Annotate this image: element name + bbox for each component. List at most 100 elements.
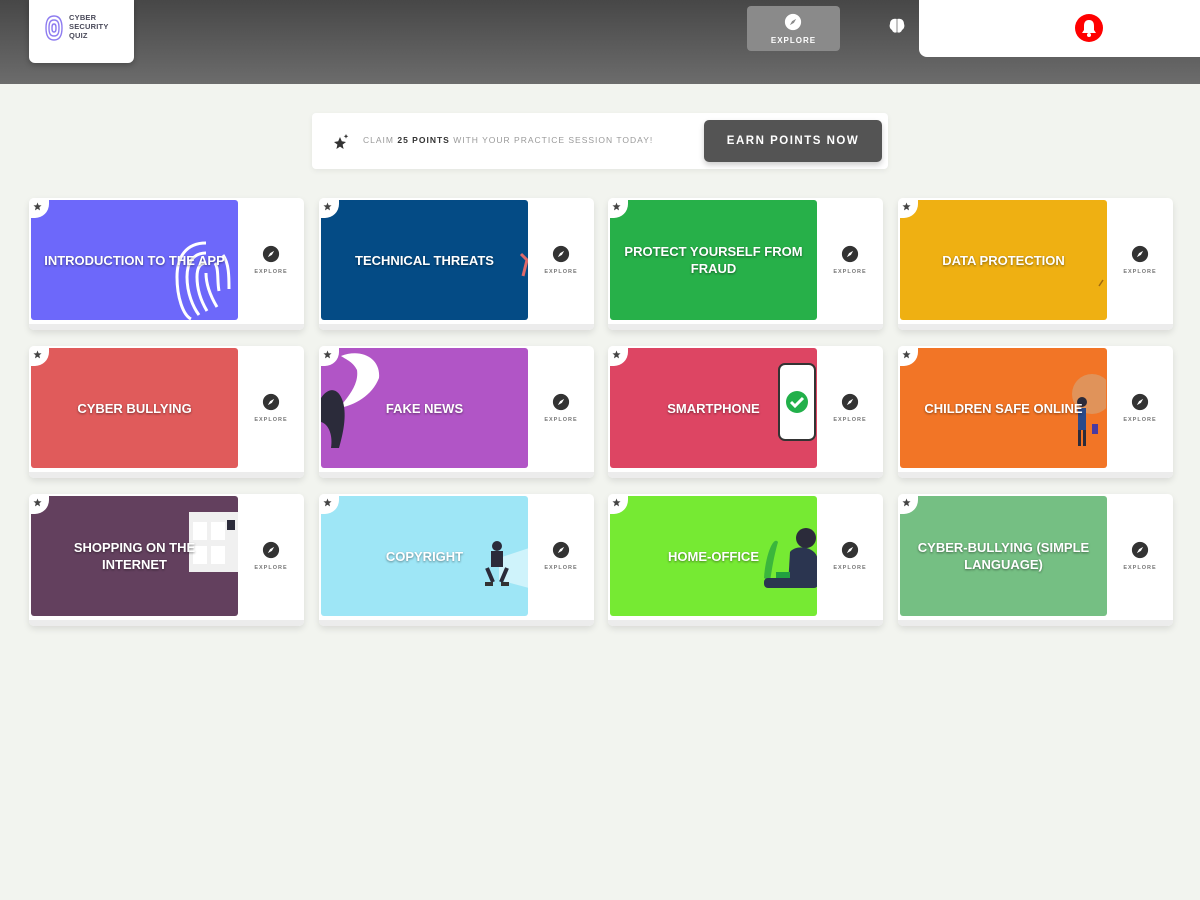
topic-card-explore-label: EXPLORE — [1123, 269, 1157, 275]
card-footer-strip — [608, 324, 883, 330]
topic-card-image[interactable]: SHOPPING ON THE INTERNET — [31, 496, 238, 616]
topic-card-image[interactable]: DATA PROTECTION — [900, 200, 1107, 320]
fingerprint-logo-icon — [45, 15, 63, 41]
card-footer-strip — [898, 324, 1173, 330]
bell-icon — [1075, 14, 1103, 42]
topic-card-explore-label: EXPLORE — [833, 417, 867, 423]
topic-card[interactable]: INTRODUCTION TO THE APP EXPLORE — [29, 198, 304, 330]
topic-card[interactable]: CYBER-BULLYING (SIMPLE LANGUAGE) EXPLORE — [898, 494, 1173, 626]
topic-card-explore-button[interactable]: EXPLORE — [240, 496, 302, 616]
topic-card[interactable]: HOME-OFFICE EXPLORE — [608, 494, 883, 626]
star-icon — [902, 202, 911, 211]
card-footer-strip — [608, 472, 883, 478]
nav-explore-label: EXPLORE — [770, 36, 817, 45]
topic-card-image[interactable]: CYBER BULLYING — [31, 348, 238, 468]
star-icon — [902, 498, 911, 507]
promo-points: 25 POINTS — [397, 135, 450, 145]
topic-card[interactable]: CYBER BULLYING EXPLORE — [29, 346, 304, 478]
compass-icon — [1131, 393, 1149, 411]
threat-illustration — [519, 252, 528, 277]
topic-card-image[interactable]: COPYRIGHT — [321, 496, 528, 616]
nav-explore-button[interactable]: EXPLORE — [747, 6, 840, 51]
topic-card-explore-button[interactable]: EXPLORE — [530, 348, 592, 468]
topic-card-explore-button[interactable]: EXPLORE — [1109, 200, 1171, 320]
compass-icon — [262, 245, 280, 263]
compass-icon — [552, 245, 570, 263]
logo-text: CYBER SECURITY QUIZ — [69, 13, 109, 40]
topic-card-title: CYBER-BULLYING (SIMPLE LANGUAGE) — [917, 540, 1090, 572]
topic-card-title: COPYRIGHT — [385, 548, 464, 564]
topic-card[interactable]: PROTECT YOURSELF FROM FRAUD EXPLORE — [608, 198, 883, 330]
compass-icon — [1131, 541, 1149, 559]
compass-icon — [841, 541, 859, 559]
star-icon — [612, 498, 621, 507]
card-footer-strip — [898, 620, 1173, 626]
topic-card-title: PROTECT YOURSELF FROM FRAUD — [624, 244, 803, 276]
star-icon — [33, 350, 42, 359]
topic-card[interactable]: SHOPPING ON THE INTERNET EXPLORE — [29, 494, 304, 626]
points-promo-banner: CLAIM 25 POINTS WITH YOUR PRACTICE SESSI… — [312, 113, 888, 169]
topic-card[interactable]: CHILDREN SAFE ONLINE EXPLORE — [898, 346, 1173, 478]
topic-card-explore-button[interactable]: EXPLORE — [819, 348, 881, 468]
topic-card-image[interactable]: SMARTPHONE — [610, 348, 817, 468]
topic-card[interactable]: TECHNICAL THREATS EXPLORE — [319, 198, 594, 330]
topic-card[interactable]: FAKE NEWS EXPLORE — [319, 346, 594, 478]
topic-card-explore-button[interactable]: EXPLORE — [819, 200, 881, 320]
topic-card-explore-label: EXPLORE — [1123, 565, 1157, 571]
topic-card-explore-label: EXPLORE — [833, 565, 867, 571]
topic-card-image[interactable]: TECHNICAL THREATS — [321, 200, 528, 320]
topic-card-explore-button[interactable]: EXPLORE — [240, 200, 302, 320]
topic-card-title: FAKE NEWS — [385, 400, 464, 416]
topic-card-image[interactable]: HOME-OFFICE — [610, 496, 817, 616]
topic-card-title: TECHNICAL THREATS — [355, 252, 494, 268]
compass-icon — [1131, 245, 1149, 263]
card-footer-strip — [29, 324, 304, 330]
star-icon — [902, 350, 911, 359]
topic-card-image[interactable]: INTRODUCTION TO THE APP — [31, 200, 238, 320]
topic-card-explore-button[interactable]: EXPLORE — [1109, 496, 1171, 616]
brain-icon[interactable] — [887, 16, 907, 36]
topic-card-image[interactable]: FAKE NEWS — [321, 348, 528, 468]
topic-card-image[interactable]: CHILDREN SAFE ONLINE — [900, 348, 1107, 468]
topic-card-explore-button[interactable]: EXPLORE — [1109, 348, 1171, 468]
promo-text-before: CLAIM — [363, 135, 394, 145]
compass-icon — [552, 393, 570, 411]
topic-card-explore-button[interactable]: EXPLORE — [819, 496, 881, 616]
topic-card-explore-label: EXPLORE — [544, 269, 578, 275]
topic-card-explore-label: EXPLORE — [254, 565, 288, 571]
notification-panel — [919, 0, 1200, 57]
promo-text-after: WITH YOUR PRACTICE SESSION TODAY! — [453, 135, 654, 145]
card-footer-strip — [608, 620, 883, 626]
card-footer-strip — [898, 472, 1173, 478]
topic-card-explore-button[interactable]: EXPLORE — [530, 496, 592, 616]
star-sparkle-icon — [334, 134, 349, 149]
earn-points-button[interactable]: EARN POINTS NOW — [704, 120, 882, 162]
card-footer-strip — [319, 324, 594, 330]
topic-card-title: INTRODUCTION TO THE APP — [44, 252, 225, 268]
star-icon — [612, 350, 621, 359]
compass-icon — [552, 541, 570, 559]
topic-card-image[interactable]: PROTECT YOURSELF FROM FRAUD — [610, 200, 817, 320]
topic-card-explore-label: EXPLORE — [1123, 417, 1157, 423]
data-illustration — [1098, 279, 1104, 287]
compass-icon — [262, 393, 280, 411]
topic-card-explore-button[interactable]: EXPLORE — [530, 200, 592, 320]
topic-card[interactable]: SMARTPHONE EXPLORE — [608, 346, 883, 478]
topic-card-title: DATA PROTECTION — [942, 252, 1065, 268]
topic-card-title: HOME-OFFICE — [668, 548, 759, 564]
star-icon — [323, 350, 332, 359]
app-header: CYBER SECURITY QUIZ EXPLORE — [0, 0, 1200, 84]
topic-card-title: SHOPPING ON THE INTERNET — [73, 540, 196, 572]
topic-card[interactable]: DATA PROTECTION EXPLORE — [898, 198, 1173, 330]
topic-card-explore-button[interactable]: EXPLORE — [240, 348, 302, 468]
topic-card-image[interactable]: CYBER-BULLYING (SIMPLE LANGUAGE) — [900, 496, 1107, 616]
star-icon — [323, 498, 332, 507]
app-logo[interactable]: CYBER SECURITY QUIZ — [29, 0, 134, 63]
topic-card[interactable]: COPYRIGHT EXPLORE — [319, 494, 594, 626]
topic-card-explore-label: EXPLORE — [254, 417, 288, 423]
notification-button[interactable] — [1074, 13, 1104, 43]
compass-icon — [841, 393, 859, 411]
star-icon — [33, 498, 42, 507]
topic-card-title: SMARTPHONE — [667, 400, 760, 416]
topic-card-explore-label: EXPLORE — [544, 565, 578, 571]
